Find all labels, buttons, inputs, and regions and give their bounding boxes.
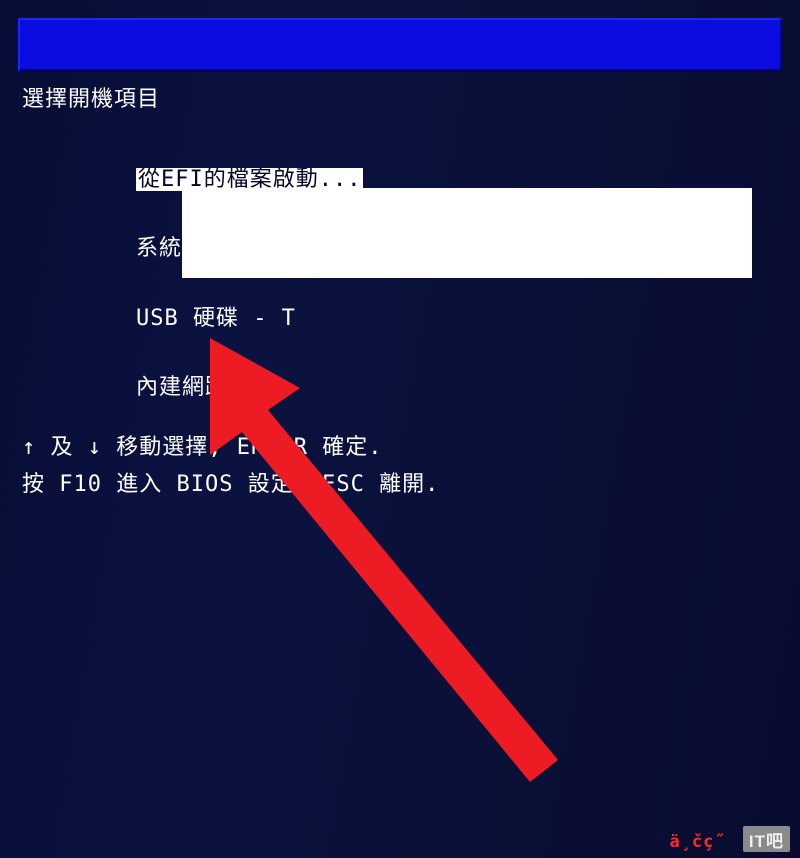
boot-menu-content: 選擇開機項目 從EFI的檔案啟動... 系統內建硬碟 USB 硬碟 - T 內建… <box>18 72 782 496</box>
bios-screen: 選擇開機項目 從EFI的檔案啟動... 系統內建硬碟 USB 硬碟 - T 內建… <box>0 0 800 858</box>
watermark-prefix: ä¸čç˝ <box>669 832 725 852</box>
redaction-box <box>182 188 752 278</box>
boot-menu-title: 選擇開機項目 <box>22 88 780 111</box>
hint-nav-text: 及 <box>51 435 88 460</box>
boot-item-label: USB 硬碟 - T <box>136 306 296 331</box>
arrow-down-icon: ↓ <box>88 435 102 460</box>
arrow-up-icon: ↑ <box>22 435 36 460</box>
boot-item-network[interactable]: 內建網路裝置 <box>22 353 780 422</box>
boot-menu-list: 從EFI的檔案啟動... 系統內建硬碟 USB 硬碟 - T 內建網路裝置 <box>22 145 780 422</box>
hint-keys: 按 F10 進入 BIOS 設定, ESC 離開. <box>22 473 780 496</box>
watermark: ä¸čç˝ IT吧 <box>669 826 790 852</box>
header-bar <box>18 18 782 72</box>
watermark-badge: IT吧 <box>743 826 790 852</box>
boot-item-label: 內建網路裝置 <box>136 375 274 400</box>
hint-navigation: ↑ 及 ↓ 移動選擇, ENTER 確定. <box>22 436 780 459</box>
boot-item-usb-hdd[interactable]: USB 硬碟 - T <box>22 284 780 353</box>
hint-nav-rest: 移動選擇, ENTER 確定. <box>116 435 382 460</box>
